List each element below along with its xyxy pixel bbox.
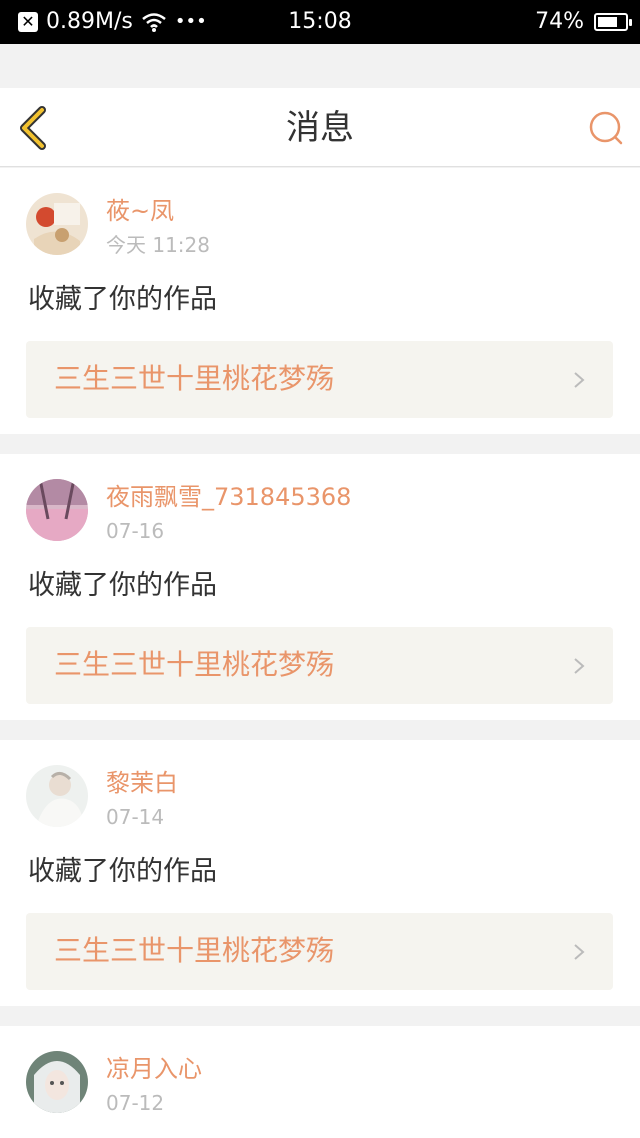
message-action: 收藏了你的作品	[28, 856, 217, 887]
chevron-right-icon	[574, 944, 585, 960]
user-name[interactable]: 夜雨飘雪_731845368	[106, 482, 351, 512]
work-title: 三生三世十里桃花梦殇	[54, 362, 335, 395]
message-date: 07-14	[106, 805, 165, 829]
status-right: 74%	[535, 9, 632, 34]
nav-header: 消息	[0, 88, 640, 167]
message-date: 今天 11:28	[106, 233, 210, 257]
user-name[interactable]: 莜~凤	[106, 196, 174, 226]
work-link[interactable]: 三生三世十里桃花梦殇	[26, 627, 613, 704]
avatar[interactable]	[26, 193, 88, 255]
avatar[interactable]	[26, 1051, 88, 1113]
battery-icon	[594, 12, 632, 31]
message-date: 07-12	[106, 1091, 165, 1115]
message-action: 收藏了你的作品	[28, 284, 217, 315]
chevron-right-icon	[574, 658, 585, 674]
message-date: 07-16	[106, 519, 165, 543]
message-item: 莜~凤 今天 11:28 收藏了你的作品 三生三世十里桃花梦殇	[0, 168, 640, 434]
battery-percent: 74%	[535, 9, 584, 34]
user-name[interactable]: 凉月入心	[106, 1054, 202, 1084]
message-action: 收藏了你的作品	[28, 570, 217, 601]
message-item: 夜雨飘雪_731845368 07-16 收藏了你的作品 三生三世十里桃花梦殇	[0, 454, 640, 720]
status-bar: ✕ 0.89M/s ••• 15:08 74%	[0, 0, 640, 44]
work-link[interactable]: 三生三世十里桃花梦殇	[26, 913, 613, 990]
message-item: 凉月入心 07-12	[0, 1026, 640, 1138]
work-link[interactable]: 三生三世十里桃花梦殇	[26, 341, 613, 418]
chevron-right-icon	[574, 372, 585, 388]
message-item: 黎茉白 07-14 收藏了你的作品 三生三世十里桃花梦殇	[0, 740, 640, 1006]
work-title: 三生三世十里桃花梦殇	[54, 934, 335, 967]
page-title: 消息	[286, 108, 354, 148]
user-name[interactable]: 黎茉白	[106, 768, 178, 798]
search-icon[interactable]	[588, 110, 624, 146]
battery-fill	[598, 16, 617, 27]
avatar[interactable]	[26, 765, 88, 827]
avatar[interactable]	[26, 479, 88, 541]
work-title: 三生三世十里桃花梦殇	[54, 648, 335, 681]
